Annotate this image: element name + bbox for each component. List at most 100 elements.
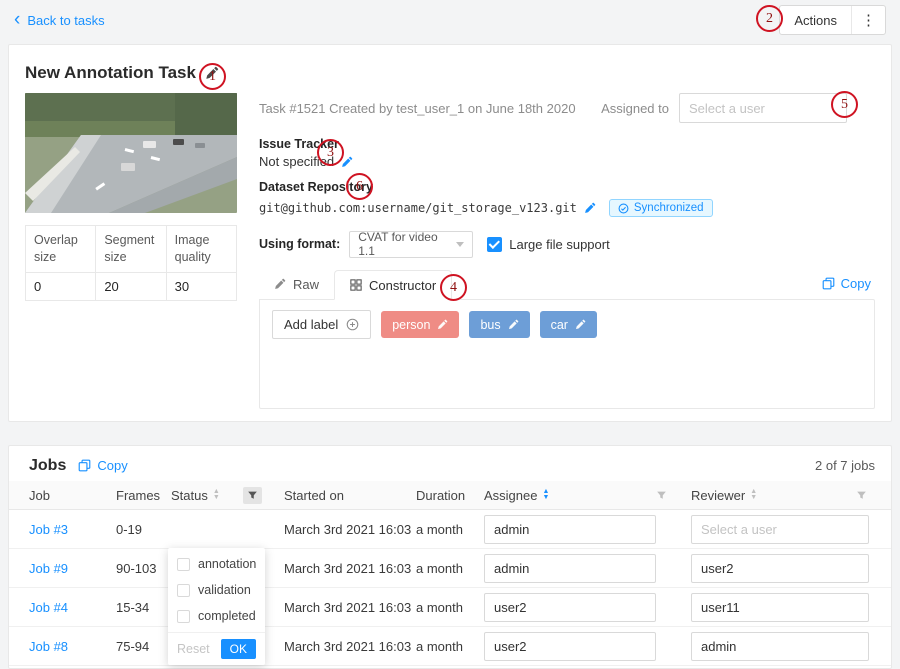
large-file-support-checkbox[interactable] [487, 237, 502, 252]
reviewer-input[interactable] [691, 515, 869, 544]
tab-raw[interactable]: Raw [259, 269, 334, 299]
param-value: 30 [166, 272, 236, 300]
back-to-tasks-label: Back to tasks [27, 13, 104, 28]
job-started: March 3rd 2021 16:03 [284, 639, 416, 654]
job-frames: 90-103 [116, 561, 171, 576]
jobs-card: Jobs Copy 2 of 7 jobs Job Frames Status … [8, 445, 892, 669]
checkbox[interactable] [177, 558, 190, 571]
format-select[interactable]: CVAT for video 1.1 [349, 231, 473, 258]
constructor-blocks-icon [350, 279, 362, 291]
sort-icons[interactable]: ▲▼ [542, 489, 549, 501]
edit-label-icon[interactable] [575, 319, 586, 330]
sort-icons[interactable]: ▲▼ [213, 489, 220, 501]
label-chip-person[interactable]: person [381, 311, 459, 338]
status-filter-icon[interactable] [243, 487, 262, 504]
copy-icon [78, 459, 91, 472]
checkbox[interactable] [177, 610, 190, 623]
filter-ok-button[interactable]: OK [221, 639, 256, 659]
filter-reset-button[interactable]: Reset [177, 642, 210, 656]
format-selected-value: CVAT for video 1.1 [358, 230, 456, 258]
job-link[interactable]: Job #3 [29, 522, 116, 537]
job-link[interactable]: Job #9 [29, 561, 116, 576]
dataset-repository-label: Dataset Repository [259, 180, 875, 194]
assignee-input[interactable] [484, 593, 656, 622]
jobs-table: Job Frames Status ▲▼ Started on Duration… [9, 481, 891, 666]
job-started: March 3rd 2021 16:03 [284, 561, 416, 576]
job-link[interactable]: Job #4 [29, 600, 116, 615]
more-options-icon[interactable]: ⋮ [851, 6, 885, 34]
copy-jobs-button[interactable]: Copy [78, 458, 127, 473]
back-to-tasks-link[interactable]: ‹ Back to tasks [14, 13, 105, 28]
actions-button[interactable]: Actions ⋮ [779, 5, 886, 35]
tab-constructor[interactable]: Constructor [334, 270, 452, 300]
column-status[interactable]: Status ▲▼ [171, 487, 284, 504]
copy-label: Copy [97, 458, 127, 473]
job-frames: 0-19 [116, 522, 171, 537]
reviewer-filter-icon[interactable] [856, 490, 867, 501]
edit-title-icon[interactable] [205, 66, 219, 80]
copy-labels-button[interactable]: Copy [822, 276, 871, 291]
jobs-count: 2 of 7 jobs [815, 458, 875, 473]
reviewer-input[interactable] [691, 593, 869, 622]
column-duration: Duration [416, 488, 484, 503]
filter-option-annotation[interactable]: annotation [168, 551, 265, 577]
edit-label-icon[interactable] [508, 319, 519, 330]
column-job: Job [29, 488, 116, 503]
reviewer-input[interactable] [691, 554, 869, 583]
job-frames: 15-34 [116, 600, 171, 615]
job-row: Job #4 15-34 March 3rd 2021 16:03 a mont… [9, 588, 891, 627]
label-chip-car[interactable]: car [540, 311, 597, 338]
checkbox[interactable] [177, 584, 190, 597]
param-value: 0 [26, 272, 96, 300]
assignee-input[interactable] [484, 515, 656, 544]
plus-circle-icon [346, 318, 359, 331]
tab-raw-label: Raw [293, 277, 319, 292]
column-reviewer[interactable]: Reviewer ▲▼ [691, 488, 875, 503]
job-row: Job #8 75-94 completed March 3rd 2021 16… [9, 627, 891, 666]
sync-check-icon [618, 203, 629, 214]
column-started-on: Started on [284, 488, 416, 503]
assignee-input[interactable] [484, 554, 656, 583]
issue-tracker-label: Issue Tracker [259, 137, 875, 151]
task-title: New Annotation Task [25, 63, 196, 83]
param-header: Segment size [96, 226, 166, 273]
job-started: March 3rd 2021 16:03 [284, 522, 416, 537]
assignee-filter-icon[interactable] [656, 490, 667, 501]
edit-issue-tracker-icon[interactable] [341, 156, 353, 168]
param-value: 20 [96, 272, 166, 300]
column-assignee[interactable]: Assignee ▲▼ [484, 488, 691, 503]
param-header: Image quality [166, 226, 236, 273]
job-duration: a month [416, 561, 484, 576]
assigned-to-input[interactable] [679, 93, 847, 123]
copy-icon [822, 277, 835, 290]
sync-status-badge: Synchronized [609, 199, 713, 217]
job-duration: a month [416, 600, 484, 615]
task-preview-image [25, 93, 237, 213]
issue-tracker-value: Not specified [259, 154, 334, 169]
large-file-support-label: Large file support [509, 237, 609, 252]
job-frames: 75-94 [116, 639, 171, 654]
job-duration: a month [416, 639, 484, 654]
edit-repository-icon[interactable] [584, 202, 596, 214]
edit-label-icon[interactable] [437, 319, 448, 330]
filter-option-validation[interactable]: validation [168, 577, 265, 603]
assignee-input[interactable] [484, 632, 656, 661]
using-format-label: Using format: [259, 237, 340, 251]
add-label-button[interactable]: Add label [272, 310, 371, 339]
job-duration: a month [416, 522, 484, 537]
reviewer-input[interactable] [691, 632, 869, 661]
sort-icons[interactable]: ▲▼ [750, 489, 757, 501]
actions-label: Actions [780, 6, 851, 34]
copy-label: Copy [841, 276, 871, 291]
task-meta-text: Task #1521 Created by test_user_1 on Jun… [259, 101, 576, 116]
job-link[interactable]: Job #8 [29, 639, 116, 654]
job-row: Job #3 0-19 March 3rd 2021 16:03 a month [9, 510, 891, 549]
filter-option-completed[interactable]: completed [168, 603, 265, 629]
param-header: Overlap size [26, 226, 96, 273]
repository-url: git@github.com:username/git_storage_v123… [259, 201, 577, 215]
job-started: March 3rd 2021 16:03 [284, 600, 416, 615]
topbar: ‹ Back to tasks Actions ⋮ [0, 0, 900, 40]
status-filter-dropdown: annotation validation completed Reset OK [168, 548, 265, 665]
label-chip-bus[interactable]: bus [469, 311, 529, 338]
labels-constructor-panel: Add label person bus [259, 299, 875, 409]
